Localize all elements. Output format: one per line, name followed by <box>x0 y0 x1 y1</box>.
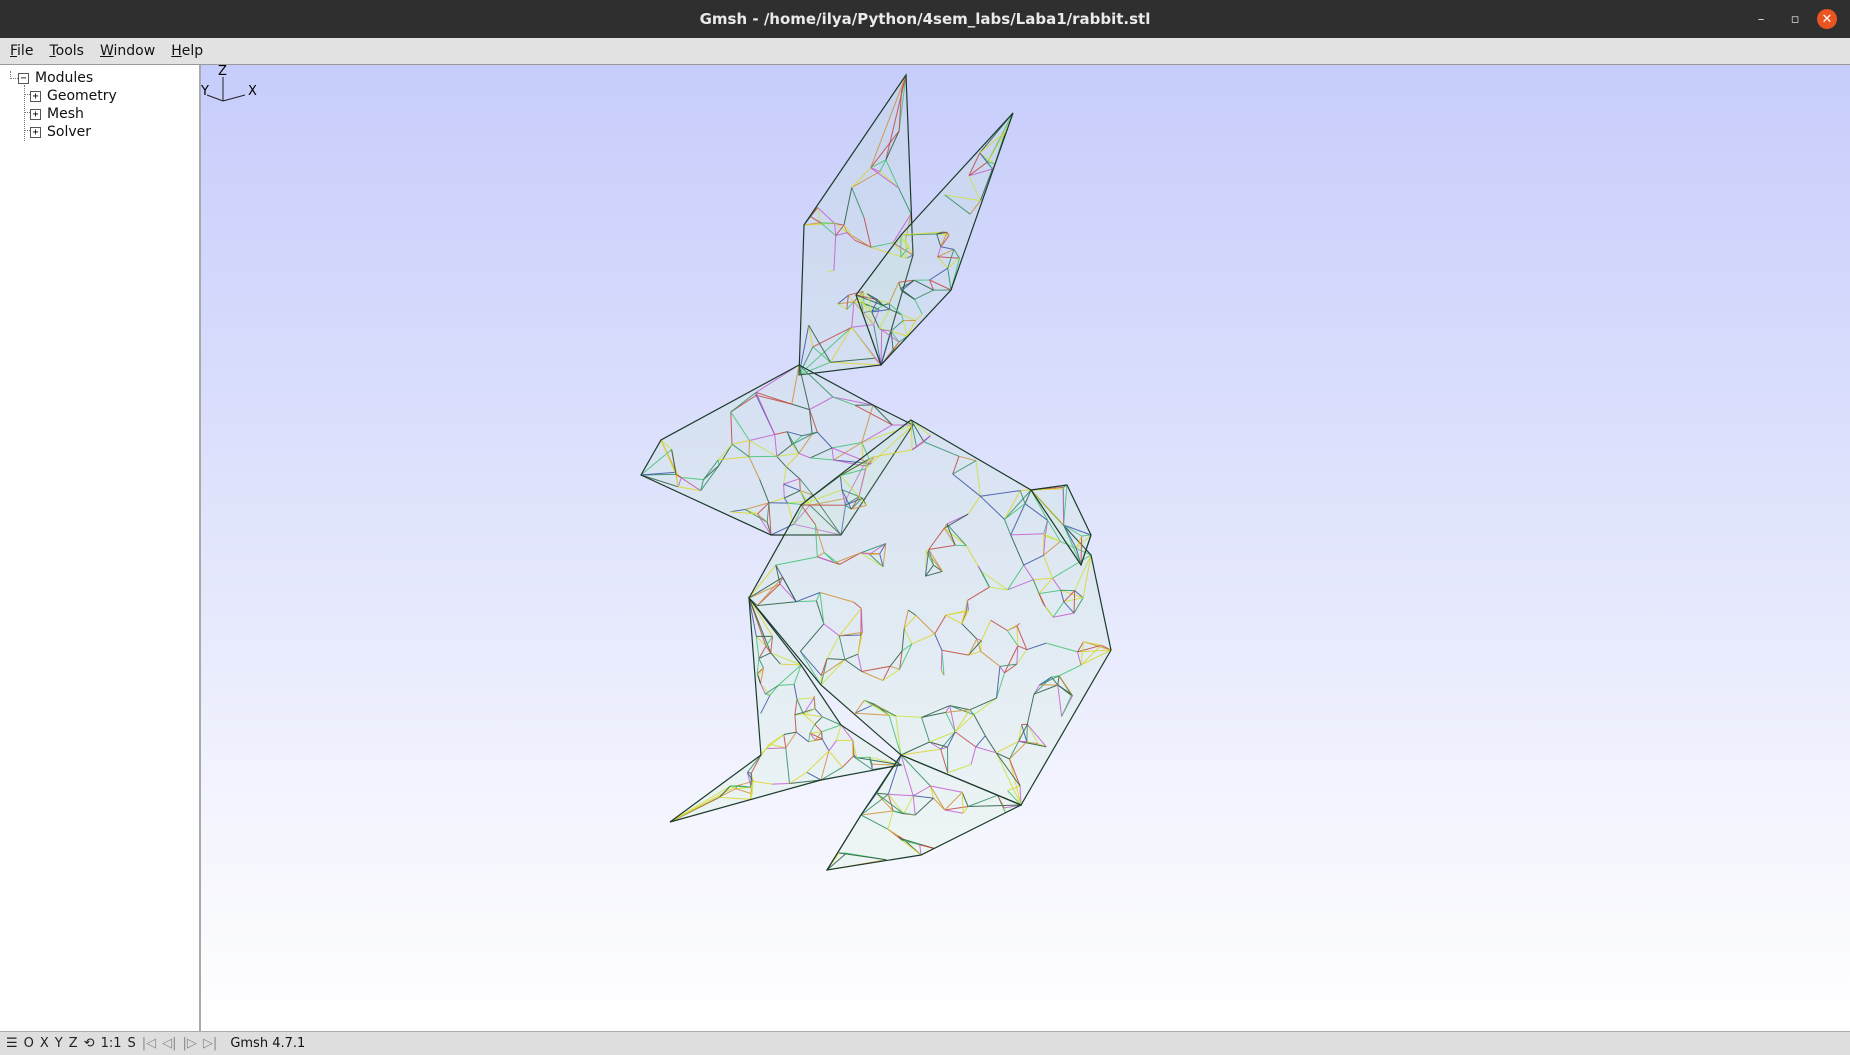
menu-file-mnemonic: F <box>10 43 18 59</box>
menu-help-mnemonic: H <box>171 43 182 59</box>
tree-node-geometry[interactable]: + Geometry <box>0 87 199 105</box>
axes-indicator: Z X Y <box>201 65 257 102</box>
menu-file-label: ile <box>17 43 34 59</box>
maximize-icon: ▫ <box>1790 11 1800 27</box>
tree-node-modules[interactable]: − Modules <box>0 69 199 87</box>
play-icon[interactable]: |▷ <box>180 1036 200 1051</box>
menu-help[interactable]: Help <box>165 43 209 59</box>
minimize-button[interactable]: – <box>1744 0 1778 38</box>
scale-1-1-button[interactable]: 1:1 <box>98 1036 125 1051</box>
last-step-icon[interactable]: ▷| <box>200 1036 220 1051</box>
menu-window[interactable]: Window <box>94 43 161 59</box>
menu-tools[interactable]: Tools <box>43 43 90 59</box>
close-icon: ✕ <box>1817 9 1837 29</box>
x-axis-line <box>222 94 246 102</box>
view-z-button[interactable]: Z <box>66 1036 81 1051</box>
menu-tools-label: ools <box>55 43 84 59</box>
status-bar: ☰ O X Y Z ⟲ 1:1 S |◁ ◁| |▷ ▷| Gmsh 4.7.1 <box>0 1031 1850 1055</box>
window-title: Gmsh - /home/ilya/Python/4sem_labs/Laba1… <box>699 10 1151 28</box>
prev-step-icon[interactable]: ◁| <box>159 1036 179 1051</box>
y-axis-label: Y <box>201 84 209 99</box>
tree-node-mesh[interactable]: + Mesh <box>0 105 199 123</box>
y-axis-line <box>206 94 224 102</box>
x-axis-label: X <box>248 84 257 99</box>
title-bar: Gmsh - /home/ilya/Python/4sem_labs/Laba1… <box>0 0 1850 38</box>
menu-window-mnemonic: W <box>99 43 114 59</box>
menu-bar: File Tools Window Help <box>0 38 1850 65</box>
menu-window-label: indow <box>113 43 156 59</box>
tree-node-label: Solver <box>47 124 91 140</box>
tree-node-solver[interactable]: + Solver <box>0 123 199 141</box>
view-y-button[interactable]: Y <box>52 1036 66 1051</box>
tree-node-label: Geometry <box>47 88 117 104</box>
module-tree-panel: − Modules + Geometry + Mesh + Solver ⚙ ▽ <box>0 65 201 1031</box>
first-step-icon[interactable]: |◁ <box>139 1036 159 1051</box>
stl-mesh-wireframe <box>640 73 1112 871</box>
expand-icon[interactable]: + <box>30 90 41 102</box>
view-x-button[interactable]: X <box>37 1036 52 1051</box>
rotate-icon[interactable]: ⟲ <box>81 1036 98 1051</box>
view-o-button[interactable]: O <box>21 1036 37 1051</box>
minimize-icon: – <box>1757 11 1765 27</box>
module-tree: − Modules + Geometry + Mesh + Solver <box>0 65 199 141</box>
z-axis-label: Z <box>218 65 227 79</box>
graphics-viewport[interactable]: Z X Y <box>201 65 1850 1031</box>
expand-icon[interactable]: + <box>30 108 41 120</box>
menu-toggle-button[interactable]: ☰ <box>3 1036 21 1051</box>
maximize-button[interactable]: ▫ <box>1778 0 1812 38</box>
tree-node-label: Mesh <box>47 106 84 122</box>
menu-help-label: elp <box>181 43 204 59</box>
status-message: Gmsh 4.7.1 <box>230 1036 306 1051</box>
menu-file[interactable]: File <box>4 43 39 59</box>
expand-icon[interactable]: + <box>30 126 41 138</box>
close-button[interactable]: ✕ <box>1810 0 1844 38</box>
select-button[interactable]: S <box>124 1036 138 1051</box>
collapse-icon[interactable]: − <box>18 72 29 84</box>
tree-node-label: Modules <box>35 70 94 86</box>
